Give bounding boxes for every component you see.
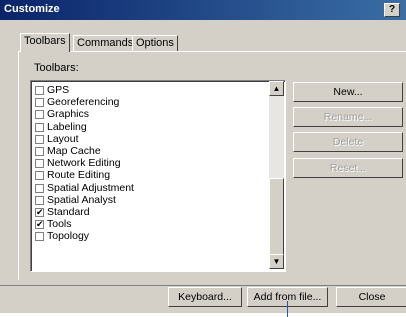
pointer-callout-line xyxy=(287,301,288,317)
delete-button[interactable]: Delete xyxy=(293,132,403,152)
checkbox[interactable] xyxy=(35,232,44,242)
list-item-label: Standard xyxy=(47,205,90,218)
list-scrollbar[interactable]: ▲ ▼ xyxy=(269,81,284,269)
customize-dialog: Customize ? Toolbars Commands Options To… xyxy=(0,0,406,313)
divider xyxy=(0,285,406,286)
list-item-label: Georeferencing xyxy=(47,96,120,109)
list-item-label: Labeling xyxy=(47,120,87,133)
checkbox[interactable]: ✔ xyxy=(35,207,44,217)
list-item-label: Graphics xyxy=(47,108,90,121)
list-item-label: Route Editing xyxy=(47,169,111,182)
checkbox[interactable] xyxy=(35,134,44,144)
list-item-label: Map Cache xyxy=(47,144,101,157)
title-bar: Customize ? xyxy=(0,0,406,20)
reset-button[interactable]: Reset... xyxy=(293,158,403,178)
checkbox[interactable] xyxy=(35,159,44,169)
checkbox[interactable] xyxy=(35,98,44,108)
checkbox[interactable]: ✔ xyxy=(35,220,44,230)
toolbars-label: Toolbars: xyxy=(34,62,79,74)
checkbox[interactable] xyxy=(35,86,44,95)
close-button[interactable]: Close xyxy=(336,287,406,307)
checkbox[interactable] xyxy=(35,122,44,132)
list-item-label: Topology xyxy=(47,230,90,243)
list-item-label: GPS xyxy=(47,84,70,96)
scroll-down-button[interactable]: ▼ xyxy=(269,254,284,269)
window-title: Customize xyxy=(4,3,60,15)
scroll-thumb[interactable] xyxy=(269,178,284,256)
checkbox[interactable] xyxy=(35,171,44,181)
list-item-label: Spatial Analyst xyxy=(47,193,116,206)
tab-options[interactable]: Options xyxy=(132,35,178,51)
scroll-up-button[interactable]: ▲ xyxy=(269,81,284,96)
rename-button[interactable]: Rename... xyxy=(293,107,403,127)
toolbars-list[interactable]: GPS Georeferencing Graphics Labeling Layout M… xyxy=(30,80,286,272)
help-button[interactable]: ? xyxy=(384,3,400,17)
list-item-label: Spatial Adjustment xyxy=(47,181,134,194)
tab-commands[interactable]: Commands xyxy=(73,35,138,51)
checkbox[interactable] xyxy=(35,110,44,120)
checkbox[interactable] xyxy=(35,195,44,205)
new-button[interactable]: New... xyxy=(293,82,403,102)
list-item-label: Network Editing xyxy=(47,157,121,170)
checkbox[interactable] xyxy=(35,146,44,156)
keyboard-button[interactable]: Keyboard... xyxy=(168,287,242,307)
checkbox[interactable] xyxy=(35,183,44,193)
list-item-label: Tools xyxy=(47,218,72,231)
list-item-label: Layout xyxy=(47,132,79,145)
tab-toolbars[interactable]: Toolbars xyxy=(20,33,70,52)
